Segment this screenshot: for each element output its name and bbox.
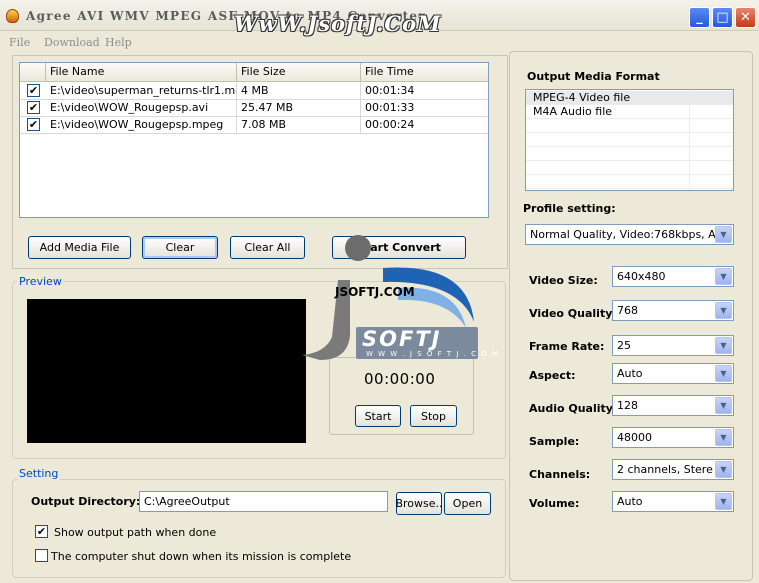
- logo-site-text: JSOFTJ.COM: [335, 285, 415, 299]
- row-file-size: 4 MB: [237, 83, 361, 100]
- row-file-time: 00:01:34: [365, 84, 415, 97]
- frame-rate-value: 25: [617, 339, 631, 352]
- row-file-size: 7.08 MB: [237, 117, 361, 134]
- format-item-label: MPEG-4 Video file: [533, 91, 631, 104]
- row-checkbox[interactable]: ✔: [27, 101, 40, 114]
- channels-value: 2 channels, Stere: [617, 463, 713, 476]
- header-check-column[interactable]: [20, 63, 46, 82]
- row-file-size: 25.47 MB: [237, 100, 361, 117]
- header-file-size[interactable]: File Size: [237, 63, 361, 82]
- volume-value: Auto: [617, 495, 643, 508]
- output-format-list[interactable]: MPEG-4 Video file M4A Audio file: [525, 89, 734, 191]
- clear-all-button[interactable]: Clear All: [230, 236, 305, 259]
- chevron-down-icon[interactable]: ▼: [715, 493, 732, 510]
- preview-screen: [27, 299, 306, 443]
- row-checkbox[interactable]: ✔: [27, 118, 40, 131]
- channels-label: Channels:: [529, 468, 591, 481]
- setting-group-label: Setting: [17, 467, 61, 480]
- video-size-label: Video Size:: [529, 274, 598, 287]
- profile-setting-value: Normal Quality, Video:768kbps, A: [530, 228, 716, 241]
- logo-small-text: W W W . J S O F T J . C O M: [366, 350, 500, 358]
- format-empty-row: [526, 147, 733, 161]
- aspect-value: Auto: [617, 367, 643, 380]
- menu-download[interactable]: Download: [44, 36, 100, 49]
- shutdown-label: The computer shut down when its mission …: [51, 550, 352, 563]
- profile-setting-select[interactable]: Normal Quality, Video:768kbps, A ▼: [525, 224, 734, 245]
- format-empty-row: [526, 161, 733, 175]
- table-header: File Name File Size File Time: [20, 63, 488, 82]
- video-quality-value: 768: [617, 304, 638, 317]
- menu-file[interactable]: File: [9, 36, 30, 49]
- start-button[interactable]: Start: [355, 405, 401, 427]
- aspect-select[interactable]: Auto ▼: [612, 363, 734, 384]
- chevron-down-icon[interactable]: ▼: [715, 397, 732, 414]
- audio-quality-select[interactable]: 128 ▼: [612, 395, 734, 416]
- header-file-name[interactable]: File Name: [46, 63, 237, 82]
- table-row[interactable]: ✔ E:\video\WOW_Rougepsp.avi 25.47 MB 00:…: [20, 100, 488, 117]
- menu-help[interactable]: Help: [105, 36, 132, 49]
- sample-select[interactable]: 48000 ▼: [612, 427, 734, 448]
- browse-button[interactable]: Browse..: [395, 492, 443, 515]
- format-empty-row: [526, 133, 733, 147]
- audio-quality-label: Audio Quality:: [529, 402, 618, 415]
- format-empty-row: [526, 175, 733, 189]
- logo-swoosh-icon: [383, 267, 474, 328]
- output-directory-input[interactable]: C:\AgreeOutput: [139, 491, 388, 512]
- output-directory-label: Output Directory:: [31, 495, 141, 508]
- row-file-name: E:\video\WOW_Rougepsp.mpeg: [46, 117, 237, 134]
- frame-rate-label: Frame Rate:: [529, 340, 605, 353]
- stop-button[interactable]: Stop: [410, 405, 457, 427]
- sample-label: Sample:: [529, 435, 580, 448]
- minimize-button[interactable]: _: [689, 7, 710, 28]
- audio-quality-value: 128: [617, 399, 638, 412]
- maximize-button[interactable]: □: [712, 7, 733, 28]
- chevron-down-icon[interactable]: ▼: [715, 268, 732, 285]
- aspect-label: Aspect:: [529, 369, 576, 382]
- row-file-name: E:\video\WOW_Rougepsp.avi: [46, 100, 237, 117]
- video-quality-select[interactable]: 768 ▼: [612, 300, 734, 321]
- chevron-down-icon[interactable]: ▼: [715, 226, 732, 243]
- row-file-time: 00:01:33: [365, 101, 415, 114]
- video-quality-label: Video Quality:: [529, 307, 617, 320]
- format-item-m4a[interactable]: M4A Audio file: [526, 105, 733, 119]
- show-output-path-checkbox[interactable]: ✔: [35, 525, 48, 538]
- volume-select[interactable]: Auto ▼: [612, 491, 734, 512]
- output-format-label: Output Media Format: [527, 70, 660, 83]
- row-file-time: 00:00:24: [365, 118, 415, 131]
- shutdown-checkbox[interactable]: [35, 549, 48, 562]
- chevron-down-icon[interactable]: ▼: [715, 429, 732, 446]
- video-size-select[interactable]: 640x480 ▼: [612, 266, 734, 287]
- preview-group-label: Preview: [17, 275, 64, 288]
- table-row[interactable]: ✔ E:\video\superman_returns-tlr1.mov 4 M…: [20, 83, 488, 100]
- app-icon: [6, 9, 19, 23]
- add-media-file-button[interactable]: Add Media File: [28, 236, 131, 259]
- profile-setting-label: Profile setting:: [523, 202, 616, 215]
- file-table[interactable]: File Name File Size File Time ✔ E:\video…: [19, 62, 489, 218]
- format-empty-row: [526, 119, 733, 133]
- sample-value: 48000: [617, 431, 652, 444]
- row-file-name: E:\video\superman_returns-tlr1.mov: [46, 83, 237, 100]
- video-size-value: 640x480: [617, 270, 666, 283]
- format-item-label: M4A Audio file: [533, 105, 613, 118]
- format-item-mpeg4[interactable]: MPEG-4 Video file: [526, 91, 733, 105]
- clear-button[interactable]: Clear: [142, 236, 218, 259]
- table-row[interactable]: ✔ E:\video\WOW_Rougepsp.mpeg 7.08 MB 00:…: [20, 117, 488, 134]
- chevron-down-icon[interactable]: ▼: [715, 302, 732, 319]
- close-button[interactable]: ✕: [735, 7, 756, 28]
- channels-select[interactable]: 2 channels, Stere ▼: [612, 459, 734, 480]
- format-column-divider: [689, 90, 690, 190]
- volume-label: Volume:: [529, 497, 580, 510]
- logo-brand-text: SOFTJ: [362, 327, 442, 351]
- header-file-time[interactable]: File Time: [361, 63, 488, 82]
- open-button[interactable]: Open: [444, 492, 491, 515]
- row-checkbox[interactable]: ✔: [27, 84, 40, 97]
- chevron-down-icon[interactable]: ▼: [715, 461, 732, 478]
- show-output-path-label: Show output path when done: [54, 526, 217, 539]
- playback-time: 00:00:00: [364, 370, 436, 388]
- chevron-down-icon[interactable]: ▼: [715, 337, 732, 354]
- chevron-down-icon[interactable]: ▼: [715, 365, 732, 382]
- frame-rate-select[interactable]: 25 ▼: [612, 335, 734, 356]
